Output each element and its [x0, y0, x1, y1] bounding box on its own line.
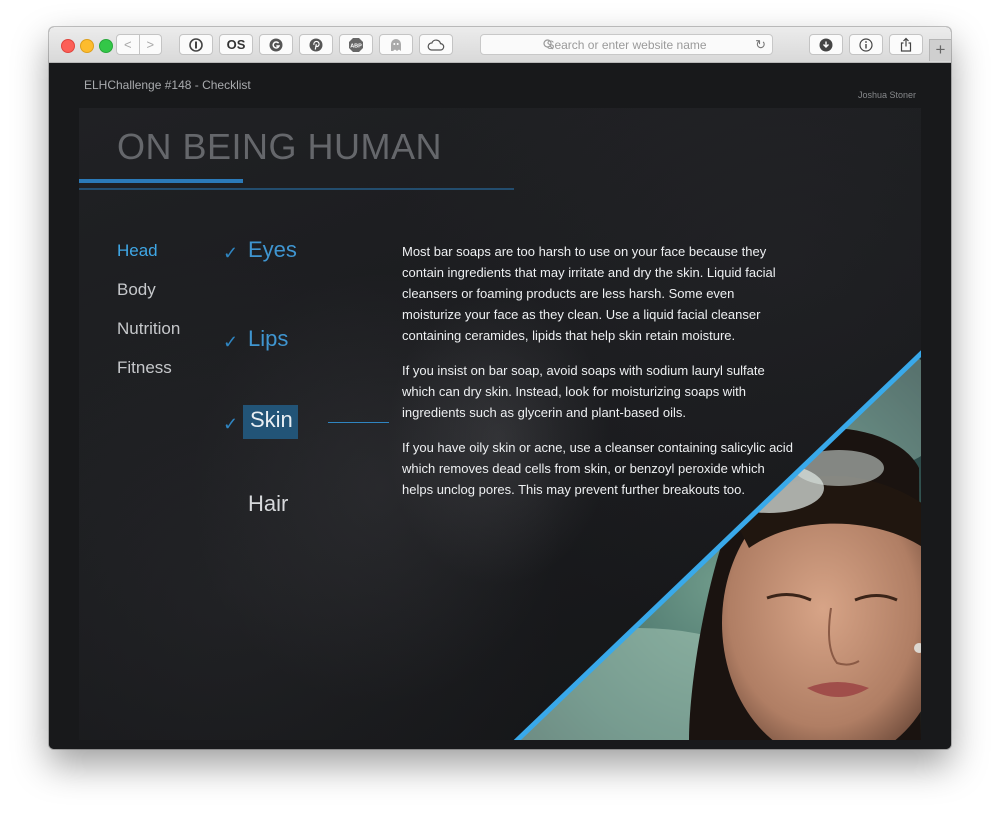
close-window-button[interactable]	[61, 39, 75, 53]
pinterest-icon[interactable]	[299, 34, 333, 55]
grammarly-icon[interactable]	[259, 34, 293, 55]
checklist-item-eyes[interactable]: Eyes	[248, 237, 297, 263]
minimize-window-button[interactable]	[80, 39, 94, 53]
author-name: Joshua Stoner	[857, 90, 916, 100]
checklist-item-hair[interactable]: Hair	[248, 491, 288, 517]
category-fitness[interactable]: Fitness	[117, 358, 172, 378]
history-nav: < >	[116, 34, 162, 55]
page-content: ELHChallenge #148 - Checklist Joshua Sto…	[49, 63, 951, 749]
category-body[interactable]: Body	[117, 280, 156, 300]
onepassword-icon[interactable]	[179, 34, 213, 55]
share-icon[interactable]	[889, 34, 923, 55]
browser-window: < > OS ABP Search or enter website name …	[49, 27, 951, 749]
download-icon[interactable]	[809, 34, 843, 55]
new-tab-icon[interactable]: +	[929, 39, 951, 61]
checklist-item-lips[interactable]: Lips	[248, 326, 288, 352]
back-icon[interactable]: <	[117, 37, 139, 52]
checklist-panel: ON BEING HUMAN Head Body Nutrition Fitne…	[79, 108, 921, 740]
ghostery-icon[interactable]	[379, 34, 413, 55]
checklist-item-skin[interactable]: Skin	[243, 405, 298, 439]
advice-paragraph: If you have oily skin or acne, use a cle…	[402, 440, 793, 497]
title-underline	[79, 188, 514, 190]
hero-title: ON BEING HUMAN	[117, 126, 443, 167]
category-nutrition[interactable]: Nutrition	[117, 319, 180, 339]
address-bar[interactable]: Search or enter website name ↻	[480, 34, 773, 55]
cloud-icon[interactable]	[419, 34, 453, 55]
document-title: ELHChallenge #148 - Checklist	[84, 78, 251, 92]
info-icon[interactable]	[849, 34, 883, 55]
zoom-window-button[interactable]	[99, 39, 113, 53]
lastfm-icon[interactable]: OS	[219, 34, 253, 55]
skin-check-icon: ✓	[223, 414, 239, 434]
forward-icon[interactable]: >	[140, 37, 162, 52]
reload-icon[interactable]: ↻	[755, 37, 766, 53]
adblock-icon[interactable]: ABP	[339, 34, 373, 55]
skin-advice-text: Most bar soaps are too harsh to use on y…	[402, 241, 797, 514]
advice-paragraph: If you insist on bar soap, avoid soaps w…	[402, 363, 765, 420]
browser-toolbar: < > OS ABP Search or enter website name …	[49, 27, 951, 63]
adblock-label: ABP	[350, 43, 362, 49]
advice-paragraph: Most bar soaps are too harsh to use on y…	[402, 244, 776, 343]
eyes-check-icon: ✓	[223, 243, 239, 263]
skin-connector-line	[328, 422, 389, 423]
title-underline-accent	[79, 179, 243, 183]
category-head[interactable]: Head	[117, 241, 158, 261]
lips-check-icon: ✓	[223, 332, 239, 352]
address-placeholder: Search or enter website name	[546, 38, 707, 52]
